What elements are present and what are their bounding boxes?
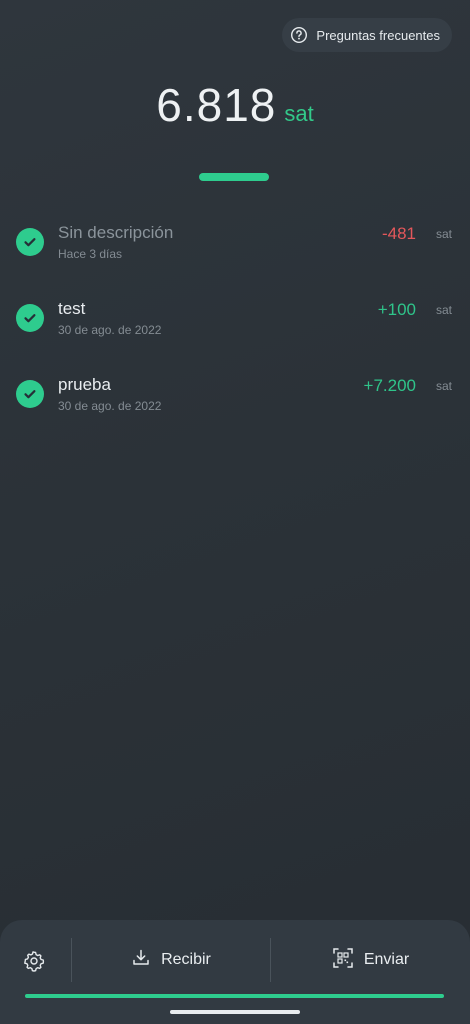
transaction-item[interactable]: Sin descripción Hace 3 días -481 sat [0, 218, 470, 294]
check-circle-icon [16, 304, 44, 332]
gear-icon[interactable] [22, 949, 46, 973]
transaction-item[interactable]: prueba 30 de ago. de 2022 +7.200 sat [0, 370, 470, 446]
faq-label: Preguntas frecuentes [316, 27, 440, 43]
send-label: Enviar [363, 951, 410, 968]
qr-scan-icon [332, 947, 354, 974]
receive-label: Recibir [161, 951, 211, 968]
bottom-action-bar: Recibir Enviar [0, 920, 470, 1024]
send-button[interactable]: Enviar [271, 938, 470, 982]
check-circle-icon [16, 228, 44, 256]
transaction-item[interactable]: test 30 de ago. de 2022 +100 sat [0, 294, 470, 370]
transaction-date: Hace 3 días [58, 247, 123, 261]
accent-bar [25, 994, 444, 998]
home-indicator[interactable] [170, 1010, 300, 1014]
balance-amount: 6.818 [156, 79, 277, 131]
check-circle-icon [16, 380, 44, 408]
transaction-amount: -481 [381, 224, 416, 243]
transaction-date: 30 de ago. de 2022 [58, 323, 162, 337]
download-icon [131, 948, 151, 973]
balance-display: 6.818 sat [0, 78, 470, 132]
transaction-unit: sat [435, 379, 452, 393]
transaction-amount: +100 [377, 300, 416, 319]
balance-toggle-bar[interactable] [199, 173, 269, 181]
transaction-unit: sat [435, 303, 452, 317]
help-circle-icon [290, 26, 308, 44]
balance-unit: sat [284, 101, 314, 126]
transaction-title: Sin descripción [58, 223, 174, 242]
transaction-list: Sin descripción Hace 3 días -481 sat tes… [0, 218, 470, 446]
faq-button[interactable]: Preguntas frecuentes [282, 18, 452, 52]
receive-button[interactable]: Recibir [72, 938, 270, 982]
transaction-title: test [58, 299, 86, 318]
transaction-title: prueba [58, 375, 111, 394]
transaction-amount: +7.200 [363, 376, 416, 395]
transaction-unit: sat [435, 227, 452, 241]
transaction-date: 30 de ago. de 2022 [58, 399, 162, 413]
